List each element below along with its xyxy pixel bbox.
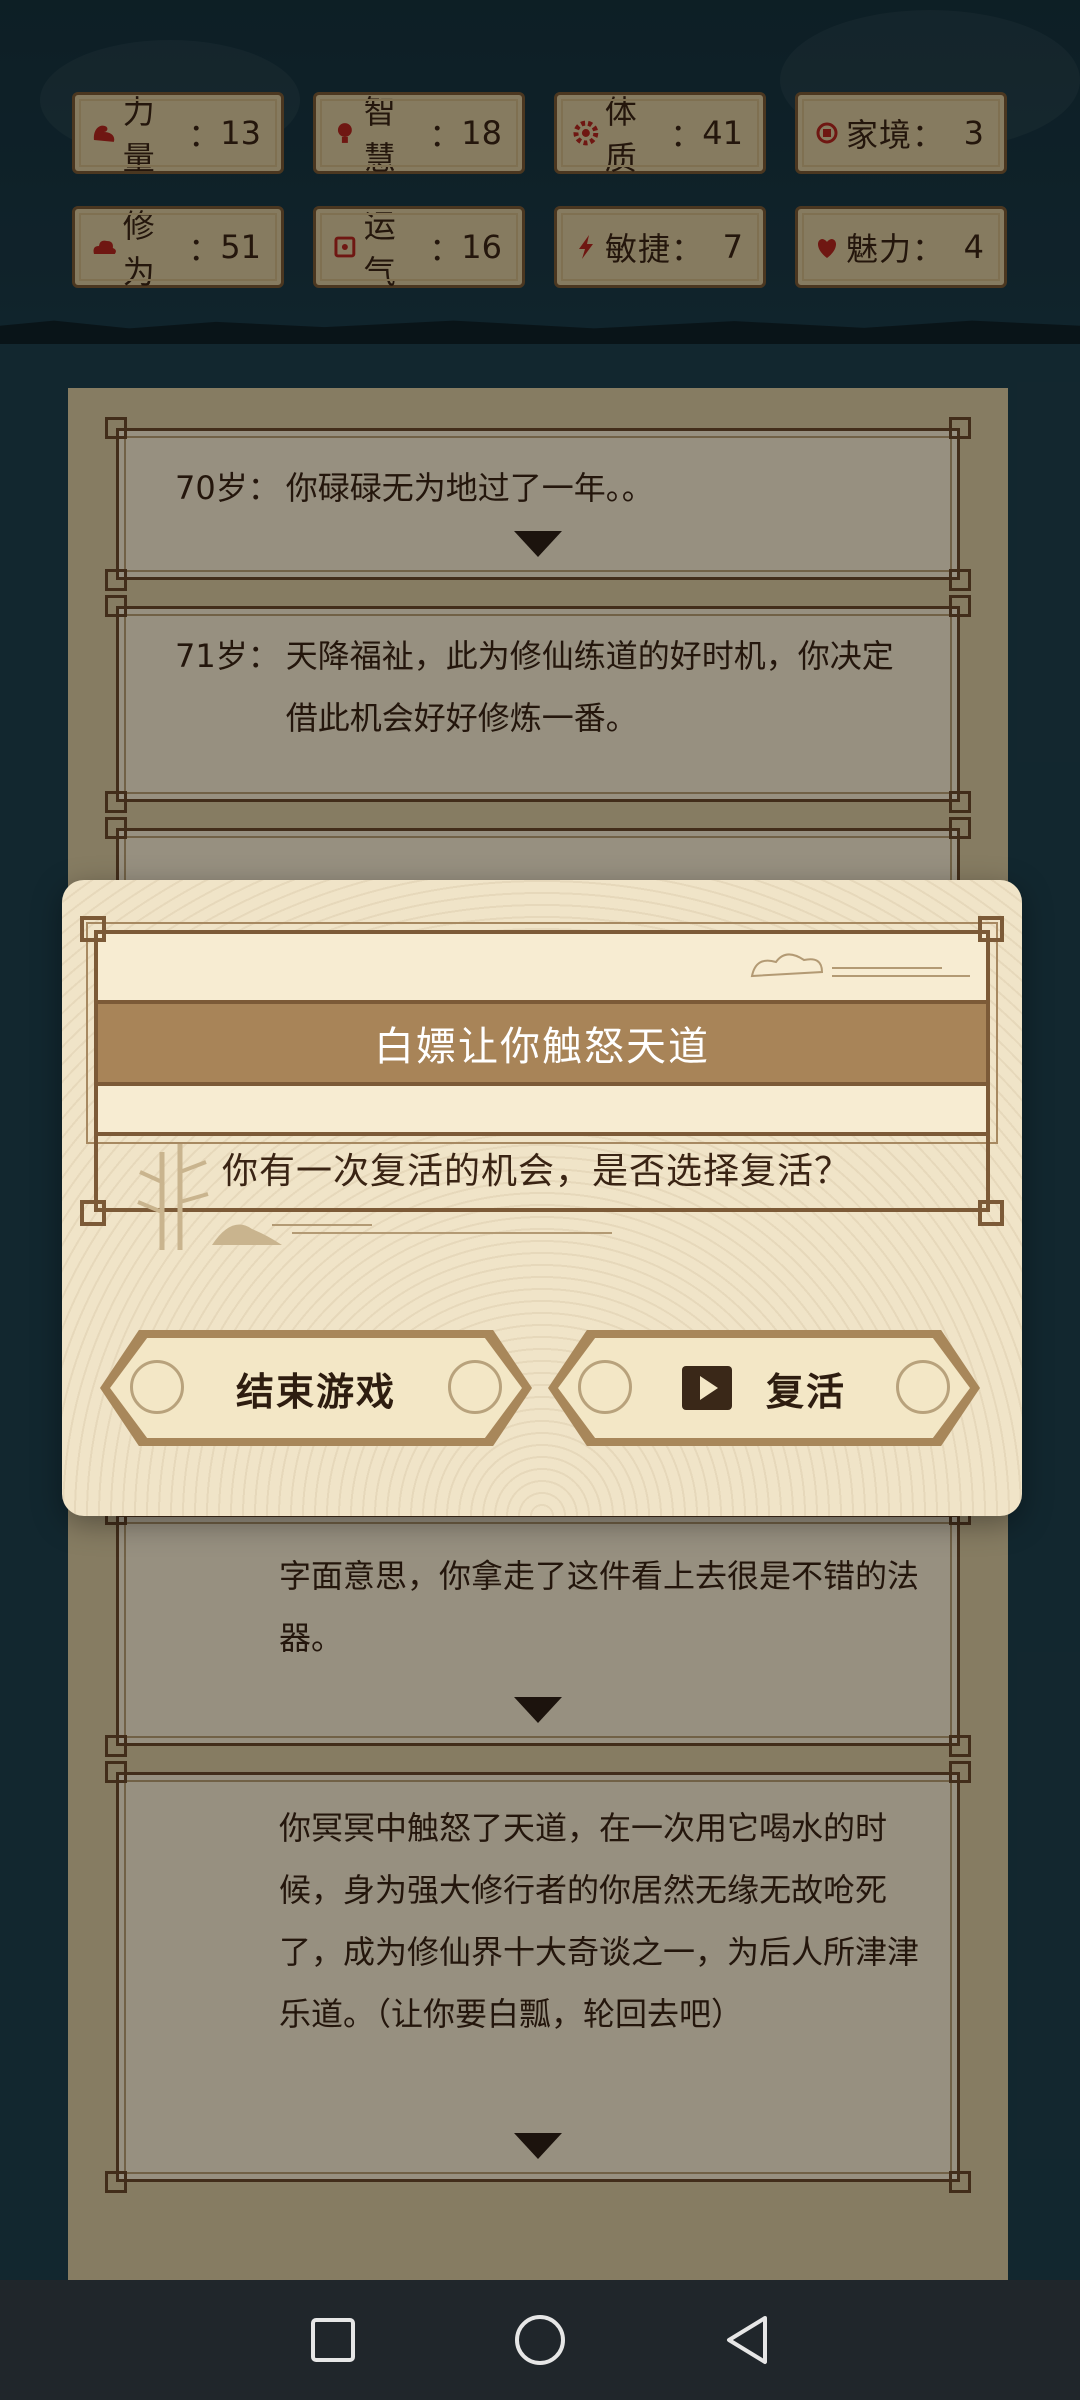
revive-label: 复活 bbox=[765, 1369, 846, 1414]
revive-button[interactable]: 复活 bbox=[548, 1330, 980, 1446]
recent-apps-button[interactable] bbox=[303, 2310, 363, 2370]
dialog-title: 白嫖让你触怒天道 bbox=[98, 1000, 986, 1086]
revive-dialog: 白嫖让你触怒天道 你有一次复活的机会，是否选择复活？ 结束游戏 复活 bbox=[62, 880, 1022, 1516]
system-navigation-bar bbox=[0, 2280, 1080, 2400]
swirl-ornament-icon bbox=[896, 1360, 950, 1414]
square-icon bbox=[311, 2318, 356, 2362]
swirl-ornament-icon bbox=[448, 1360, 502, 1414]
back-button[interactable] bbox=[717, 2310, 777, 2370]
play-video-icon bbox=[681, 1366, 732, 1410]
back-triangle-icon bbox=[726, 2316, 767, 2364]
bamboo-icon bbox=[137, 1144, 209, 1250]
swirl-ornament-icon bbox=[578, 1360, 632, 1414]
home-button[interactable] bbox=[510, 2310, 570, 2370]
swirl-ornament-icon bbox=[130, 1360, 184, 1414]
end-game-button[interactable]: 结束游戏 bbox=[100, 1330, 532, 1446]
cloud-icon bbox=[750, 953, 970, 978]
circle-icon bbox=[514, 2315, 565, 2365]
dialog-message: 你有一次复活的机会，是否选择复活？ bbox=[222, 1151, 852, 1192]
mountain-icon bbox=[212, 1224, 612, 1245]
end-game-label: 结束游戏 bbox=[235, 1369, 396, 1414]
